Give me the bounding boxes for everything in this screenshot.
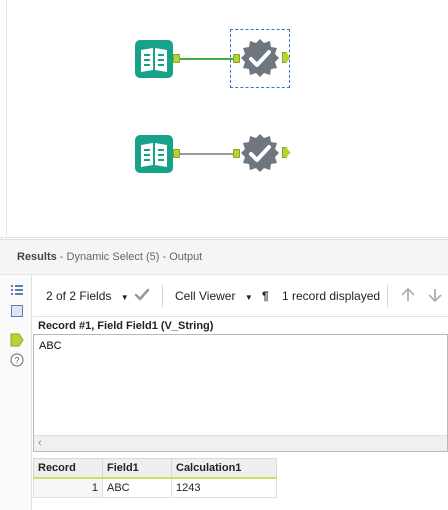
fields-dropdown-label: 2 of 2 Fields bbox=[46, 289, 112, 303]
cell-viewer-box[interactable]: ABC ‹ bbox=[33, 334, 448, 452]
workflow-canvas[interactable] bbox=[0, 0, 448, 238]
connection-line-active[interactable] bbox=[180, 58, 234, 60]
checkmark-icon[interactable] bbox=[134, 288, 150, 302]
book-input-icon bbox=[141, 48, 167, 72]
dynamic-select-tool-2[interactable] bbox=[240, 133, 280, 176]
results-header: Results - Dynamic Select (5) - Output bbox=[0, 239, 448, 275]
column-header-record[interactable]: Record bbox=[33, 458, 103, 479]
results-title: Results - Dynamic Select (5) - Output bbox=[17, 251, 202, 263]
results-label: Results bbox=[17, 251, 57, 263]
record-number-cell[interactable]: 1 bbox=[33, 477, 103, 498]
output-anchor[interactable] bbox=[173, 149, 180, 158]
record-count-label: 1 record displayed bbox=[282, 289, 381, 303]
connection-line-inactive[interactable] bbox=[180, 153, 234, 155]
pilcrow-icon[interactable]: ¶ bbox=[262, 289, 269, 303]
dynamic-select-icon bbox=[241, 134, 279, 172]
dynamic-select-tool-5[interactable] bbox=[240, 38, 280, 81]
chevron-down-icon: ▼ bbox=[244, 293, 253, 302]
column-header-field1[interactable]: Field1 bbox=[102, 458, 172, 479]
cell-viewer-label: Cell Viewer bbox=[175, 289, 236, 303]
input-data-tool-1[interactable] bbox=[135, 40, 173, 78]
arrow-down-icon[interactable] bbox=[427, 287, 443, 303]
svg-text:?: ? bbox=[14, 356, 19, 366]
field1-cell[interactable]: ABC bbox=[102, 477, 172, 498]
cell-value: ABC bbox=[39, 340, 62, 352]
input-anchor[interactable] bbox=[233, 149, 240, 158]
results-side-strip: ? bbox=[0, 275, 32, 510]
results-toolbar: 2 of 2 Fields ▼ Cell Viewer ▼ ¶ 1 record… bbox=[33, 275, 448, 317]
column-header-calculation1[interactable]: Calculation1 bbox=[171, 458, 277, 479]
calculation1-cell[interactable]: 1243 bbox=[171, 477, 277, 498]
results-subtitle: - Dynamic Select (5) - Output bbox=[56, 251, 203, 263]
data-anchor-icon[interactable] bbox=[10, 333, 24, 347]
record-field-header: Record #1, Field Field1 (V_String) bbox=[38, 320, 214, 332]
chevron-down-icon: ▼ bbox=[120, 293, 129, 302]
toolbar-divider bbox=[387, 285, 388, 307]
output-anchor-select-2[interactable] bbox=[282, 147, 290, 158]
input-data-tool-2[interactable] bbox=[135, 135, 173, 173]
scroll-left-icon[interactable]: ‹ bbox=[38, 437, 42, 449]
app-root: Results - Dynamic Select (5) - Output ? … bbox=[0, 0, 448, 510]
fields-dropdown[interactable]: 2 of 2 Fields ▼ bbox=[46, 289, 129, 303]
output-anchor[interactable] bbox=[173, 54, 180, 63]
horizontal-scrollbar[interactable]: ‹ bbox=[34, 435, 447, 451]
list-view-icon[interactable] bbox=[10, 283, 24, 297]
message-icon[interactable] bbox=[10, 304, 24, 318]
table-row[interactable]: 1 ABC 1243 bbox=[33, 477, 277, 498]
dynamic-select-icon bbox=[241, 39, 279, 77]
help-icon[interactable]: ? bbox=[10, 353, 24, 367]
toolbar-divider bbox=[162, 285, 163, 307]
arrow-up-icon[interactable] bbox=[400, 287, 416, 303]
cell-viewer-dropdown[interactable]: Cell Viewer ▼ bbox=[175, 289, 253, 303]
book-input-icon bbox=[141, 143, 167, 167]
results-grid[interactable]: Record Field1 Calculation1 1 ABC 1243 bbox=[33, 458, 277, 498]
canvas-edge bbox=[6, 0, 7, 238]
